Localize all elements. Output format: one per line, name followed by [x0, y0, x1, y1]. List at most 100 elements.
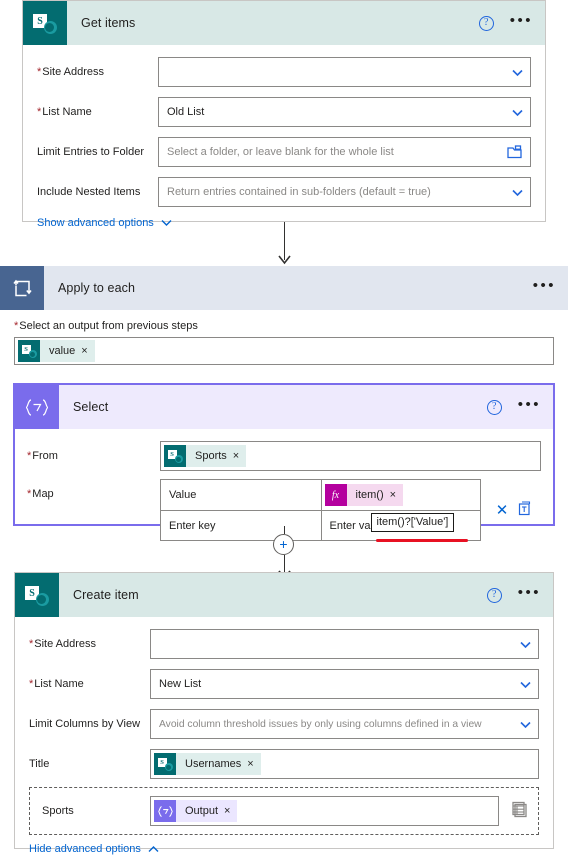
card-title-select: Select [73, 400, 109, 414]
site-address-dropdown[interactable] [150, 629, 539, 659]
site-address-dropdown[interactable] [158, 57, 531, 87]
map-key-input-2[interactable]: Enter key [161, 511, 321, 540]
include-nested-items-dropdown[interactable]: Return entries contained in sub-folders … [158, 177, 531, 207]
map-grid: Value fx item() × Enter key Enter value … [160, 479, 481, 542]
token-chip-output[interactable]: Output × [154, 800, 238, 822]
field-label-limit-entries-to-folder: Limit Entries to Folder [37, 146, 144, 158]
limit-columns-by-view-placeholder: Avoid column threshold issues by only us… [159, 718, 482, 730]
field-label-from: From [27, 450, 160, 462]
select-operator-icon [154, 800, 176, 822]
token-chip-sports[interactable]: S Sports × [164, 445, 247, 467]
token-remove-icon[interactable]: × [233, 450, 246, 462]
more-options-icon[interactable]: ••• [510, 13, 533, 30]
list-picker-icon[interactable] [511, 801, 529, 822]
action-card-create-item[interactable]: S Create item ? ••• Site Address List Na… [14, 572, 554, 855]
loop-icon [0, 266, 44, 310]
arrow-down-icon [278, 255, 291, 265]
annotation-underline [375, 539, 468, 542]
field-row-site-address: Site Address [37, 55, 531, 89]
field-label-site-address: Site Address [37, 66, 158, 78]
card-title-get-items: Get items [81, 16, 136, 30]
field-row-limit-entries-to-folder: Limit Entries to Folder Select a folder,… [37, 135, 531, 169]
select-operator-icon [15, 385, 59, 429]
action-card-get-items[interactable]: S Get items ? ••• Site Address List Name… [22, 0, 546, 229]
token-chip-expression[interactable]: fx item() × [324, 484, 404, 506]
expression-tooltip: item()?['Value'] [370, 513, 455, 532]
help-icon[interactable]: ? [478, 15, 494, 31]
limit-entries-to-folder-input[interactable]: Select a folder, or leave blank for the … [158, 137, 531, 167]
field-label-list-name: List Name [29, 678, 150, 690]
select-output-input[interactable]: S value × [14, 337, 554, 365]
token-remove-icon[interactable]: × [390, 489, 403, 501]
hide-advanced-options-link[interactable]: Hide advanced options [29, 843, 159, 855]
list-name-dropdown[interactable]: New List [150, 669, 539, 699]
action-card-select[interactable]: Select ? ••• From S Sports × Map [13, 383, 555, 542]
map-row: Value fx item() × [161, 480, 480, 510]
chevron-down-icon[interactable] [512, 189, 523, 198]
field-label-map: Map [27, 479, 160, 500]
folder-picker-icon[interactable] [507, 145, 522, 162]
chevron-down-icon[interactable] [520, 641, 531, 650]
token-chip-value[interactable]: S value × [18, 340, 95, 362]
chevron-down-icon [161, 220, 172, 226]
map-key-input-1[interactable]: Value [161, 480, 321, 510]
card-header-select[interactable]: Select ? ••• [15, 385, 553, 429]
limit-columns-by-view-dropdown[interactable]: Avoid column threshold issues by only us… [150, 709, 539, 739]
token-chip-label: value [49, 345, 76, 357]
chevron-down-icon[interactable] [520, 681, 531, 690]
label-select-an-output: Select an output from previous steps [14, 320, 554, 332]
add-step-button[interactable]: + [273, 534, 294, 555]
more-options-icon[interactable]: ••• [533, 278, 556, 295]
switch-text-mode-icon[interactable] [517, 501, 532, 519]
field-row-from: From S Sports × [27, 439, 541, 473]
sharepoint-icon: S [164, 445, 186, 467]
more-options-icon[interactable]: ••• [518, 397, 541, 414]
field-row-sports[interactable]: Sports Output × [29, 787, 539, 835]
card-header-get-items[interactable]: S Get items ? ••• [23, 1, 545, 45]
map-row-actions: ✕ [487, 479, 541, 541]
sharepoint-icon: S [15, 573, 59, 617]
token-chip-label: Usernames [185, 758, 242, 770]
field-label-list-name: List Name [37, 106, 158, 118]
token-chip-label: item() [355, 489, 384, 501]
card-title-create-item: Create item [73, 588, 139, 602]
show-advanced-options-link[interactable]: Show advanced options [37, 217, 172, 229]
title-input[interactable]: S Usernames × [150, 749, 539, 779]
field-label-include-nested-items: Include Nested Items [37, 186, 141, 198]
token-chip-label: Sports [195, 450, 227, 462]
chevron-down-icon[interactable] [520, 721, 531, 730]
delete-map-row-icon[interactable]: ✕ [496, 503, 509, 518]
card-header-create-item[interactable]: S Create item ? ••• [15, 573, 553, 617]
help-icon[interactable]: ? [486, 587, 502, 603]
field-label-limit-columns-by-view: Limit Columns by View [29, 718, 141, 730]
field-label-title: Title [29, 758, 50, 770]
token-chip-label: Output [185, 805, 219, 817]
map-key-placeholder-2: Enter key [169, 519, 216, 532]
map-value-input-1[interactable]: fx item() × [320, 480, 481, 510]
chevron-up-icon [148, 846, 159, 852]
card-header-apply-to-each[interactable]: Apply to each ••• [0, 266, 568, 310]
sports-input[interactable]: Output × [150, 796, 499, 826]
token-remove-icon[interactable]: × [247, 758, 260, 770]
field-row-list-name: List Name New List [29, 667, 539, 701]
card-title-apply-to-each: Apply to each [58, 281, 136, 295]
help-icon[interactable]: ? [486, 399, 502, 415]
field-row-site-address: Site Address [29, 627, 539, 661]
token-chip-usernames[interactable]: S Usernames × [154, 753, 261, 775]
from-input[interactable]: S Sports × [160, 441, 541, 471]
chevron-down-icon[interactable] [512, 109, 523, 118]
map-value-input-2[interactable]: Enter value item()?['Value'] [320, 511, 481, 542]
field-label-site-address: Site Address [29, 638, 150, 650]
more-options-icon[interactable]: ••• [518, 585, 541, 602]
field-row-include-nested-items: Include Nested Items Return entries cont… [37, 175, 531, 209]
chevron-down-icon[interactable] [512, 69, 523, 78]
include-nested-items-placeholder: Return entries contained in sub-folders … [167, 186, 431, 198]
field-row-title: Title S Usernames × [29, 747, 539, 781]
action-card-apply-to-each[interactable]: Apply to each ••• Select an output from … [0, 266, 568, 365]
show-advanced-options-label: Show advanced options [37, 217, 154, 229]
field-label-sports: Sports [42, 805, 74, 817]
list-name-dropdown[interactable]: Old List [158, 97, 531, 127]
token-remove-icon[interactable]: × [224, 805, 237, 817]
token-remove-icon[interactable]: × [81, 345, 94, 357]
list-name-value: Old List [167, 106, 205, 118]
